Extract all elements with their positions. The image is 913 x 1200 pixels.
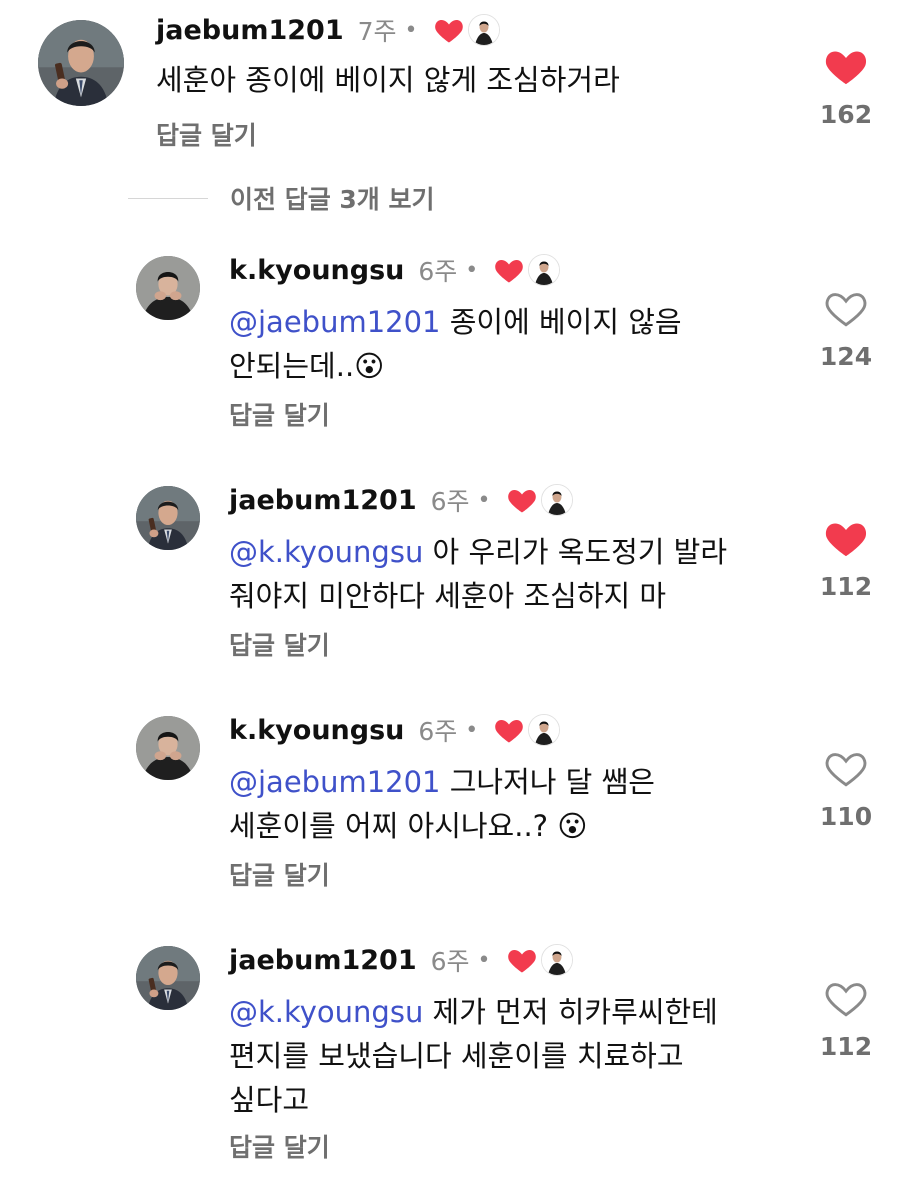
- heart-outline-icon[interactable]: [824, 288, 868, 328]
- reply-button[interactable]: 답글 달기: [156, 116, 257, 152]
- creator-avatar-icon: [528, 714, 561, 746]
- username[interactable]: jaebum1201: [229, 485, 417, 516]
- heart-filled-icon[interactable]: [824, 46, 868, 86]
- comment-meta: jaebum1201 6주 •: [229, 942, 573, 978]
- timestamp: 6주: [418, 257, 458, 286]
- like-column: 112: [800, 518, 892, 601]
- surprised-emoji-icon: 😮: [354, 349, 385, 383]
- comment-text: @jaebum1201 그나저나 달 쌤은 세훈이를 어찌 아시나요..? 😮: [229, 760, 655, 848]
- divider: [128, 197, 208, 199]
- heart-filled-icon[interactable]: [824, 518, 868, 558]
- kyoungsu-avatar-icon: [136, 716, 200, 780]
- comment-meta: jaebum1201 7주 •: [156, 12, 500, 48]
- mention-link[interactable]: @jaebum1201: [229, 305, 441, 339]
- comment-body-line2: 안되는데..: [229, 349, 355, 383]
- comment-body-line2: 편지를 보냈습니다 세훈이를 치료하고: [229, 1039, 684, 1073]
- comment-body-line2: 세훈이를 어찌 아시나요..?: [229, 809, 558, 843]
- creator-liked-heart-icon: [494, 715, 524, 745]
- comment-meta: jaebum1201 6주 •: [229, 482, 573, 518]
- comment-body-line3: 싶다고: [229, 1083, 310, 1117]
- timestamp: 6주: [430, 487, 470, 516]
- comment-body: 그나저나 달 쌤은: [440, 765, 655, 799]
- like-column: 112: [800, 978, 892, 1061]
- separator-dot: •: [477, 487, 491, 513]
- like-count: 112: [819, 572, 873, 601]
- separator-dot: •: [477, 947, 491, 973]
- heart-outline-icon[interactable]: [824, 748, 868, 788]
- comment-text: @k.kyoungsu 아 우리가 옥도정기 발라 줘야지 미안하다 세훈아 조…: [229, 530, 727, 618]
- avatar[interactable]: [136, 256, 200, 320]
- username[interactable]: jaebum1201: [229, 945, 417, 976]
- comment-body: 세훈아 종이에 베이지 않게 조심하거라: [156, 63, 620, 97]
- username[interactable]: jaebum1201: [156, 15, 344, 46]
- jaebum-avatar-icon: [38, 20, 124, 106]
- like-count: 162: [819, 100, 873, 129]
- creator-liked-heart-icon: [494, 255, 524, 285]
- like-column: 124: [800, 288, 892, 371]
- creator-avatar-icon: [528, 254, 561, 286]
- comment-text: 세훈아 종이에 베이지 않게 조심하거라: [156, 58, 620, 102]
- like-count: 112: [819, 1032, 873, 1061]
- heart-outline-icon[interactable]: [824, 978, 868, 1018]
- comment-meta: k.kyoungsu 6주 •: [229, 252, 561, 288]
- jaebum-avatar-icon: [136, 946, 200, 1010]
- comment-body: 종이에 베이지 않음: [440, 305, 682, 339]
- reply-button[interactable]: 답글 달기: [229, 856, 330, 892]
- previous-replies-label: 이전 답글 3개 보기: [230, 185, 435, 214]
- like-count: 110: [819, 802, 873, 831]
- mention-link[interactable]: @jaebum1201: [229, 765, 441, 799]
- comment-body: 제가 먼저 히카루씨한테: [423, 995, 718, 1029]
- avatar[interactable]: [136, 716, 200, 780]
- like-column: 162: [800, 46, 892, 129]
- comment-body: 아 우리가 옥도정기 발라: [423, 535, 728, 569]
- comment-text: @jaebum1201 종이에 베이지 않음 안되는데..😮: [229, 300, 682, 388]
- reply-button[interactable]: 답글 달기: [229, 1128, 330, 1164]
- mention-link[interactable]: @k.kyoungsu: [229, 535, 423, 569]
- creator-avatar-icon: [540, 484, 573, 516]
- username[interactable]: k.kyoungsu: [229, 255, 404, 286]
- timestamp: 6주: [430, 947, 470, 976]
- mention-link[interactable]: @k.kyoungsu: [229, 995, 423, 1029]
- surprised-emoji-icon: 😮: [557, 809, 588, 843]
- creator-liked-heart-icon: [507, 485, 537, 515]
- comment-text: @k.kyoungsu 제가 먼저 히카루씨한테 편지를 보냈습니다 세훈이를 …: [229, 990, 718, 1122]
- creator-avatar-icon: [540, 944, 573, 976]
- timestamp: 6주: [418, 717, 458, 746]
- username[interactable]: k.kyoungsu: [229, 715, 404, 746]
- creator-avatar-icon: [467, 14, 500, 46]
- like-column: 110: [800, 748, 892, 831]
- creator-liked-heart-icon: [434, 15, 464, 45]
- view-previous-replies[interactable]: 이전 답글 3개 보기: [128, 180, 435, 216]
- separator-dot: •: [465, 257, 479, 283]
- timestamp: 7주: [357, 17, 397, 46]
- like-count: 124: [819, 342, 873, 371]
- avatar[interactable]: [136, 486, 200, 550]
- reply-button[interactable]: 답글 달기: [229, 626, 330, 662]
- kyoungsu-avatar-icon: [136, 256, 200, 320]
- separator-dot: •: [404, 17, 418, 43]
- comment-body-line2: 줘야지 미안하다 세훈아 조심하지 마: [229, 579, 667, 613]
- avatar[interactable]: [136, 946, 200, 1010]
- comment-meta: k.kyoungsu 6주 •: [229, 712, 561, 748]
- avatar[interactable]: [38, 20, 124, 106]
- creator-liked-heart-icon: [507, 945, 537, 975]
- separator-dot: •: [465, 717, 479, 743]
- jaebum-avatar-icon: [136, 486, 200, 550]
- reply-button[interactable]: 답글 달기: [229, 396, 330, 432]
